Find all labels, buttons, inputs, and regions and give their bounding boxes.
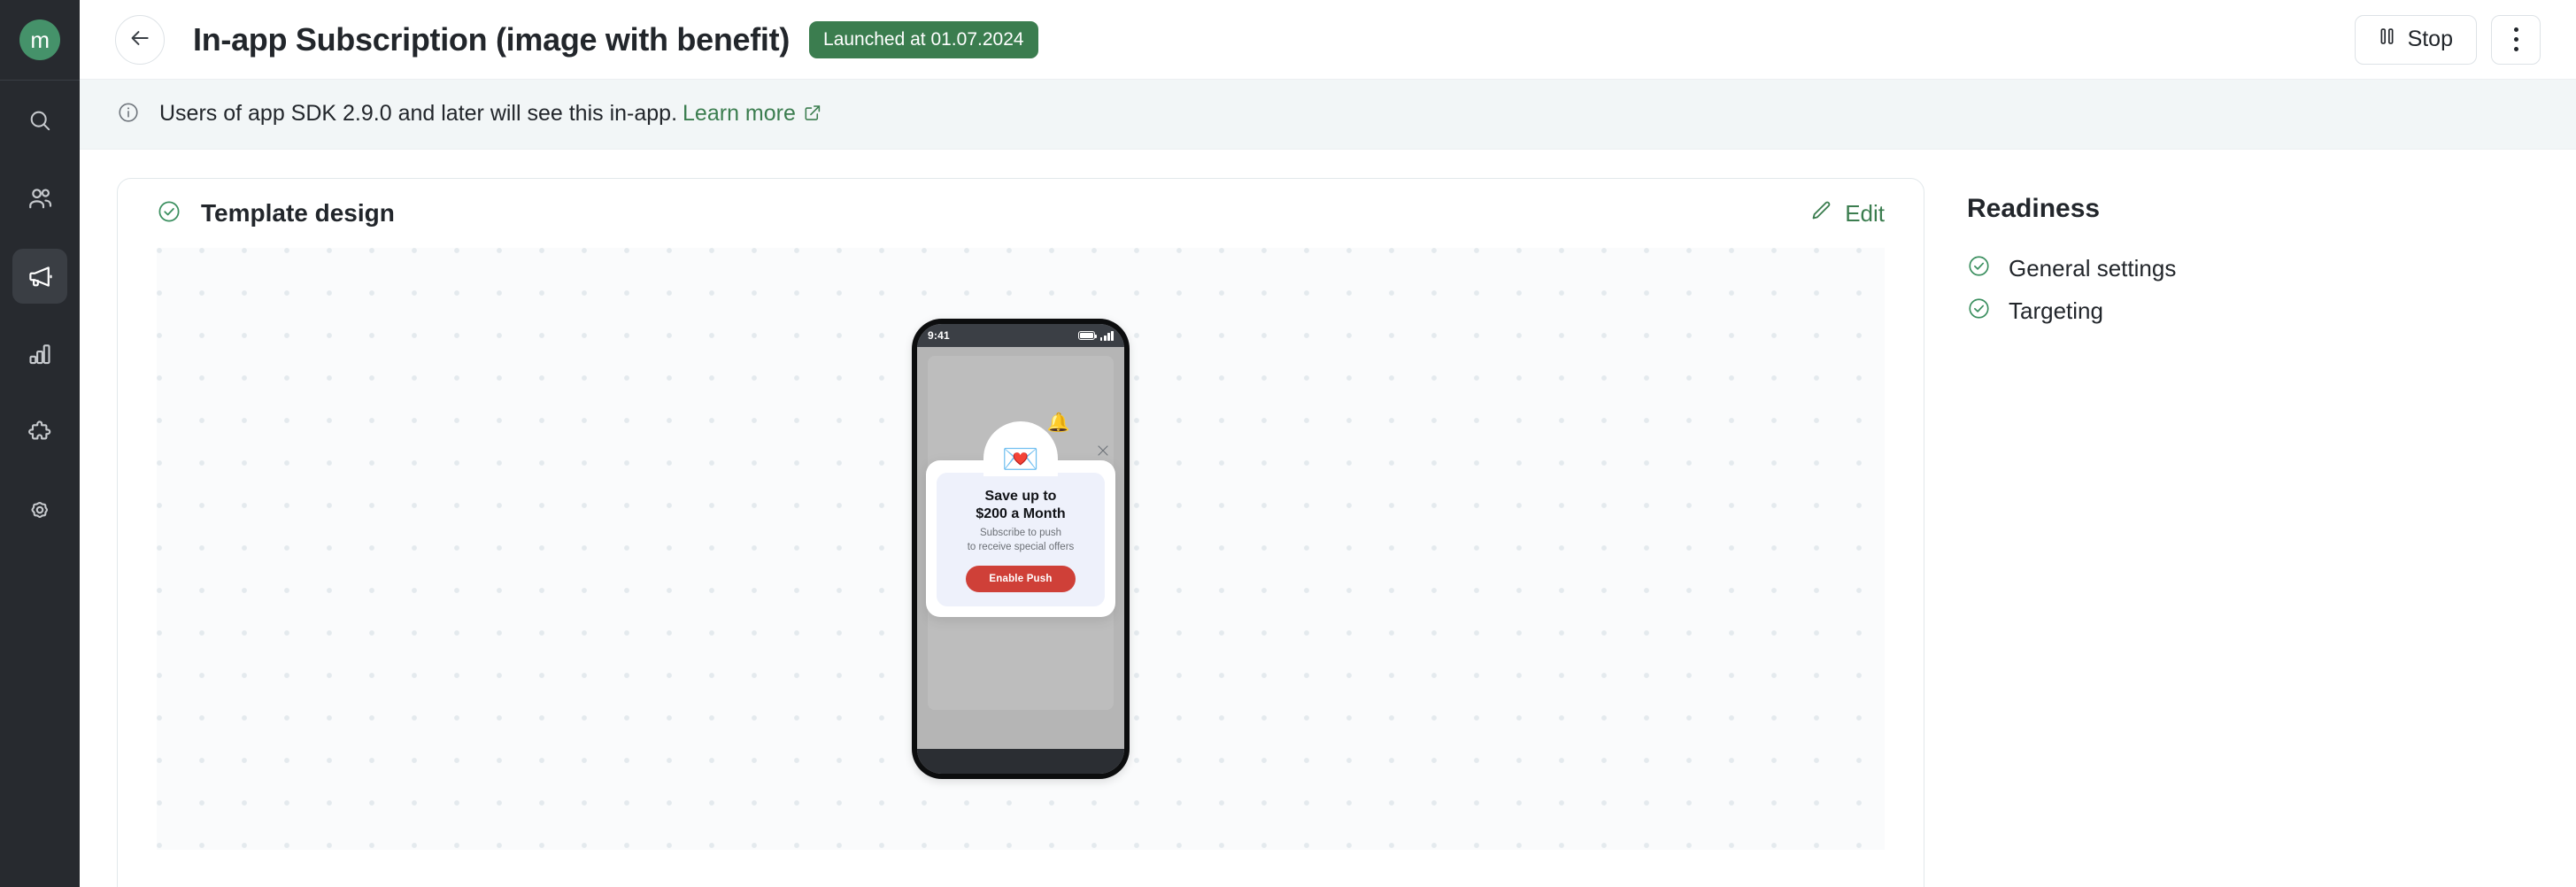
- main-area: In-app Subscription (image with benefit)…: [80, 0, 2576, 887]
- check-circle-icon: [1967, 254, 1991, 282]
- check-circle-icon: [1967, 297, 1991, 325]
- readiness-item-targeting[interactable]: Targeting: [1967, 297, 2463, 325]
- inapp-message-popup: 💌 🔔 Save up to $200 a Month Subscribe to…: [926, 413, 1115, 618]
- megaphone-icon: [27, 263, 54, 290]
- readiness-item-label: General settings: [2009, 254, 2177, 282]
- status-badge: Launched at 01.07.2024: [809, 20, 1038, 58]
- battery-icon: [1077, 331, 1098, 340]
- bell-emoji: 🔔: [1046, 413, 1070, 433]
- phone-app-background: 💌 🔔 Save up to $200 a Month Subscribe to…: [917, 347, 1124, 749]
- preview-canvas[interactable]: 9:41 💌 🔔 Save up to $200 a Month Subscri…: [157, 248, 1885, 850]
- more-options-button[interactable]: [2491, 14, 2541, 65]
- phone-screen: 9:41 💌 🔔 Save up to $200 a Month Subscri…: [917, 324, 1124, 774]
- close-icon[interactable]: [1096, 444, 1110, 459]
- phone-mockup: 9:41 💌 🔔 Save up to $200 a Month Subscri…: [912, 319, 1130, 779]
- page-header: In-app Subscription (image with benefit)…: [80, 0, 2576, 80]
- readiness-item-general-settings[interactable]: General settings: [1967, 254, 2463, 282]
- status-indicators: [1077, 330, 1114, 341]
- popup-subtext-line1: Subscribe to push: [979, 528, 1062, 539]
- popup-subtext-line2: to receive special offers: [967, 541, 1075, 552]
- enable-push-button[interactable]: Enable Push: [966, 566, 1076, 593]
- info-icon: [117, 101, 140, 128]
- learn-more-link[interactable]: Learn more: [683, 101, 796, 126]
- heart-envelope-emoji: 💌: [1001, 443, 1040, 476]
- signal-bars-icon: [1099, 330, 1114, 341]
- edit-button[interactable]: Edit: [1809, 199, 1885, 228]
- sidebar-item-analytics[interactable]: [12, 327, 67, 382]
- popup-headline-line2: $200 a Month: [976, 505, 1066, 521]
- sidebar: m: [0, 0, 80, 887]
- sidebar-item-audience[interactable]: [12, 171, 67, 226]
- phone-status-bar: 9:41: [917, 324, 1124, 347]
- sdk-info-text-wrap: Users of app SDK 2.9.0 and later will se…: [159, 101, 821, 128]
- readiness-list: General settings Targeting: [1967, 254, 2463, 325]
- readiness-title: Readiness: [1967, 194, 2101, 223]
- header-actions: Stop: [2354, 14, 2541, 65]
- template-design-card: Template design Edit 9:41 💌 🔔 Save up to…: [117, 178, 1924, 887]
- logo-mark: m: [19, 19, 60, 60]
- sdk-info-banner: Users of app SDK 2.9.0 and later will se…: [80, 80, 2576, 150]
- stop-button[interactable]: Stop: [2354, 14, 2477, 65]
- edit-button-label: Edit: [1845, 199, 1885, 227]
- sidebar-item-integrations[interactable]: [12, 405, 67, 459]
- brand-logo[interactable]: m: [0, 0, 80, 80]
- content-area: Template design Edit 9:41 💌 🔔 Save up to…: [80, 150, 2576, 887]
- bar-chart-icon: [27, 341, 53, 367]
- pencil-icon: [1809, 199, 1832, 228]
- card-title: Template design: [201, 199, 395, 227]
- sidebar-item-settings[interactable]: [12, 482, 67, 537]
- arrow-left-icon: [128, 27, 151, 52]
- gear-icon: [27, 497, 53, 523]
- page-title: In-app Subscription (image with benefit): [193, 20, 791, 58]
- sidebar-item-search[interactable]: [12, 93, 67, 148]
- puzzle-icon: [27, 419, 53, 445]
- pause-icon: [2379, 27, 2395, 52]
- check-circle-icon: [157, 199, 181, 228]
- popup-headline-line1: Save up to: [984, 489, 1057, 504]
- popup-content: Save up to $200 a Month Subscribe to pus…: [937, 473, 1105, 607]
- readiness-panel: Readiness General settings Targeting: [1967, 178, 2463, 887]
- card-header: Template design Edit: [118, 179, 1924, 248]
- back-button[interactable]: [115, 14, 165, 65]
- status-time: 9:41: [928, 329, 950, 342]
- app-root: m In-app Subscription (image with benefi…: [0, 0, 2576, 887]
- users-icon: [27, 185, 54, 212]
- external-link-icon: [803, 103, 821, 128]
- sidebar-item-campaigns[interactable]: [12, 249, 67, 304]
- sdk-info-text: Users of app SDK 2.9.0 and later will se…: [159, 100, 678, 126]
- phone-home-bar: [917, 749, 1124, 774]
- search-icon: [27, 108, 53, 134]
- kebab-menu-icon: [2513, 25, 2518, 54]
- stop-button-label: Stop: [2407, 27, 2453, 51]
- readiness-item-label: Targeting: [2009, 297, 2103, 324]
- sidebar-nav-list: [12, 81, 67, 560]
